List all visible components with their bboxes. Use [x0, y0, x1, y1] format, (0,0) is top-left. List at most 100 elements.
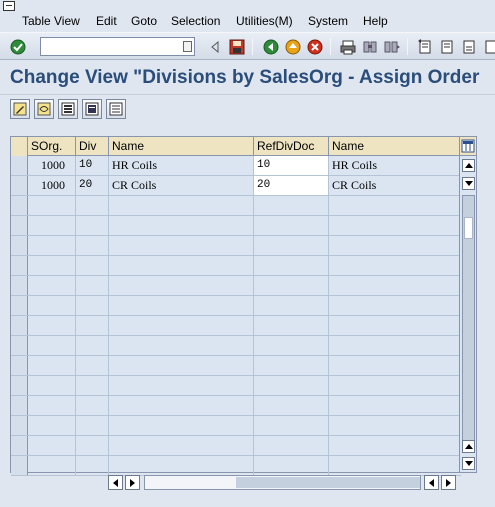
empty-cell — [76, 296, 109, 315]
empty-cell — [109, 216, 254, 235]
find-next-icon[interactable] — [383, 38, 400, 55]
cell-refdivdoc-input[interactable]: 10 — [254, 156, 329, 175]
empty-cell — [254, 196, 329, 215]
window-menu-icon[interactable] — [3, 1, 15, 11]
table-settings-icon[interactable] — [460, 137, 476, 156]
table-row-empty — [11, 216, 461, 236]
command-history-icon[interactable] — [183, 41, 192, 52]
empty-cell — [76, 196, 109, 215]
other-view-icon[interactable] — [34, 99, 54, 119]
empty-cell — [254, 316, 329, 335]
row-selector[interactable] — [11, 456, 28, 475]
empty-cell — [329, 396, 461, 415]
menu-selection[interactable]: Selection — [171, 14, 220, 28]
menu-utilities[interactable]: Utilities(M) — [236, 14, 293, 28]
empty-cell — [109, 436, 254, 455]
cancel-icon[interactable] — [306, 38, 323, 55]
prev-page-icon[interactable] — [438, 38, 455, 55]
command-field[interactable] — [40, 37, 195, 56]
select-all-rows-button[interactable] — [11, 137, 28, 156]
column-header-refdivdoc[interactable]: RefDivDoc — [254, 137, 329, 156]
scroll-page-left-button[interactable] — [424, 475, 439, 490]
empty-cell — [109, 276, 254, 295]
empty-cell — [28, 336, 76, 355]
table-row-empty — [11, 376, 461, 396]
column-header-ref-name[interactable]: Name — [329, 137, 461, 156]
row-selector[interactable] — [11, 436, 28, 455]
empty-cell — [329, 456, 461, 475]
scroll-down-button[interactable] — [462, 177, 475, 190]
vertical-scrollbar[interactable] — [459, 137, 476, 472]
select-block-icon[interactable] — [82, 99, 102, 119]
exit-icon[interactable] — [284, 38, 301, 55]
empty-cell — [254, 276, 329, 295]
menu-table-view[interactable]: Table View — [22, 14, 80, 28]
cell-ref-name: CR Coils — [332, 178, 377, 192]
select-all-icon[interactable] — [58, 99, 78, 119]
empty-cell — [76, 356, 109, 375]
empty-cell — [254, 216, 329, 235]
check-icon[interactable] — [9, 38, 26, 55]
row-selector[interactable] — [11, 296, 28, 315]
table-row-empty — [11, 436, 461, 456]
empty-cell — [76, 256, 109, 275]
scroll-up-button[interactable] — [462, 159, 475, 172]
empty-cell — [76, 336, 109, 355]
empty-cell — [28, 256, 76, 275]
first-page-icon[interactable] — [416, 38, 433, 55]
row-selector[interactable] — [11, 416, 28, 435]
empty-cell — [254, 376, 329, 395]
empty-cell — [254, 436, 329, 455]
menu-goto[interactable]: Goto — [131, 14, 157, 28]
empty-cell — [329, 196, 461, 215]
horizontal-scroll-track[interactable] — [144, 475, 421, 490]
row-selector[interactable] — [11, 336, 28, 355]
horizontal-scrollbar[interactable] — [108, 475, 458, 490]
table-row-empty — [11, 256, 461, 276]
column-header-name[interactable]: Name — [109, 137, 254, 156]
back-icon[interactable] — [262, 38, 279, 55]
row-selector[interactable] — [11, 396, 28, 415]
row-selector[interactable] — [11, 376, 28, 395]
empty-cell — [329, 356, 461, 375]
horizontal-scroll-thumb[interactable] — [236, 477, 420, 488]
edit-pencil-icon[interactable] — [10, 99, 30, 119]
empty-cell — [109, 296, 254, 315]
menu-system[interactable]: System — [308, 14, 348, 28]
vertical-scroll-track[interactable] — [462, 195, 475, 441]
next-page-icon[interactable] — [460, 38, 477, 55]
column-header-div[interactable]: Div — [76, 137, 109, 156]
row-selector[interactable] — [11, 176, 28, 195]
row-selector[interactable] — [11, 196, 28, 215]
back-arrow-icon[interactable] — [206, 38, 223, 55]
column-header-sorg[interactable]: SOrg. — [28, 137, 76, 156]
empty-cell — [329, 236, 461, 255]
empty-cell — [28, 196, 76, 215]
find-icon[interactable] — [361, 38, 378, 55]
table-row-empty — [11, 396, 461, 416]
command-input[interactable] — [41, 38, 179, 55]
last-page-icon[interactable] — [481, 38, 495, 55]
scroll-right-button[interactable] — [125, 475, 140, 490]
row-selector[interactable] — [11, 316, 28, 335]
row-selector[interactable] — [11, 256, 28, 275]
row-selector[interactable] — [11, 276, 28, 295]
vertical-scroll-thumb[interactable] — [463, 196, 474, 440]
scroll-page-down-button[interactable] — [462, 457, 475, 470]
empty-cell — [109, 356, 254, 375]
row-selector[interactable] — [11, 156, 28, 175]
menu-help[interactable]: Help — [363, 14, 388, 28]
save-icon[interactable] — [228, 38, 245, 55]
row-selector[interactable] — [11, 236, 28, 255]
empty-cell — [329, 256, 461, 275]
scroll-page-right-button[interactable] — [441, 475, 456, 490]
table-row-empty — [11, 316, 461, 336]
scroll-page-up-button[interactable] — [462, 440, 475, 453]
menu-edit[interactable]: Edit — [96, 14, 117, 28]
row-selector[interactable] — [11, 216, 28, 235]
row-selector[interactable] — [11, 356, 28, 375]
print-icon[interactable] — [339, 38, 356, 55]
cell-refdivdoc-input[interactable]: 20 — [254, 176, 329, 195]
deselect-all-icon[interactable] — [106, 99, 126, 119]
scroll-left-button[interactable] — [108, 475, 123, 490]
